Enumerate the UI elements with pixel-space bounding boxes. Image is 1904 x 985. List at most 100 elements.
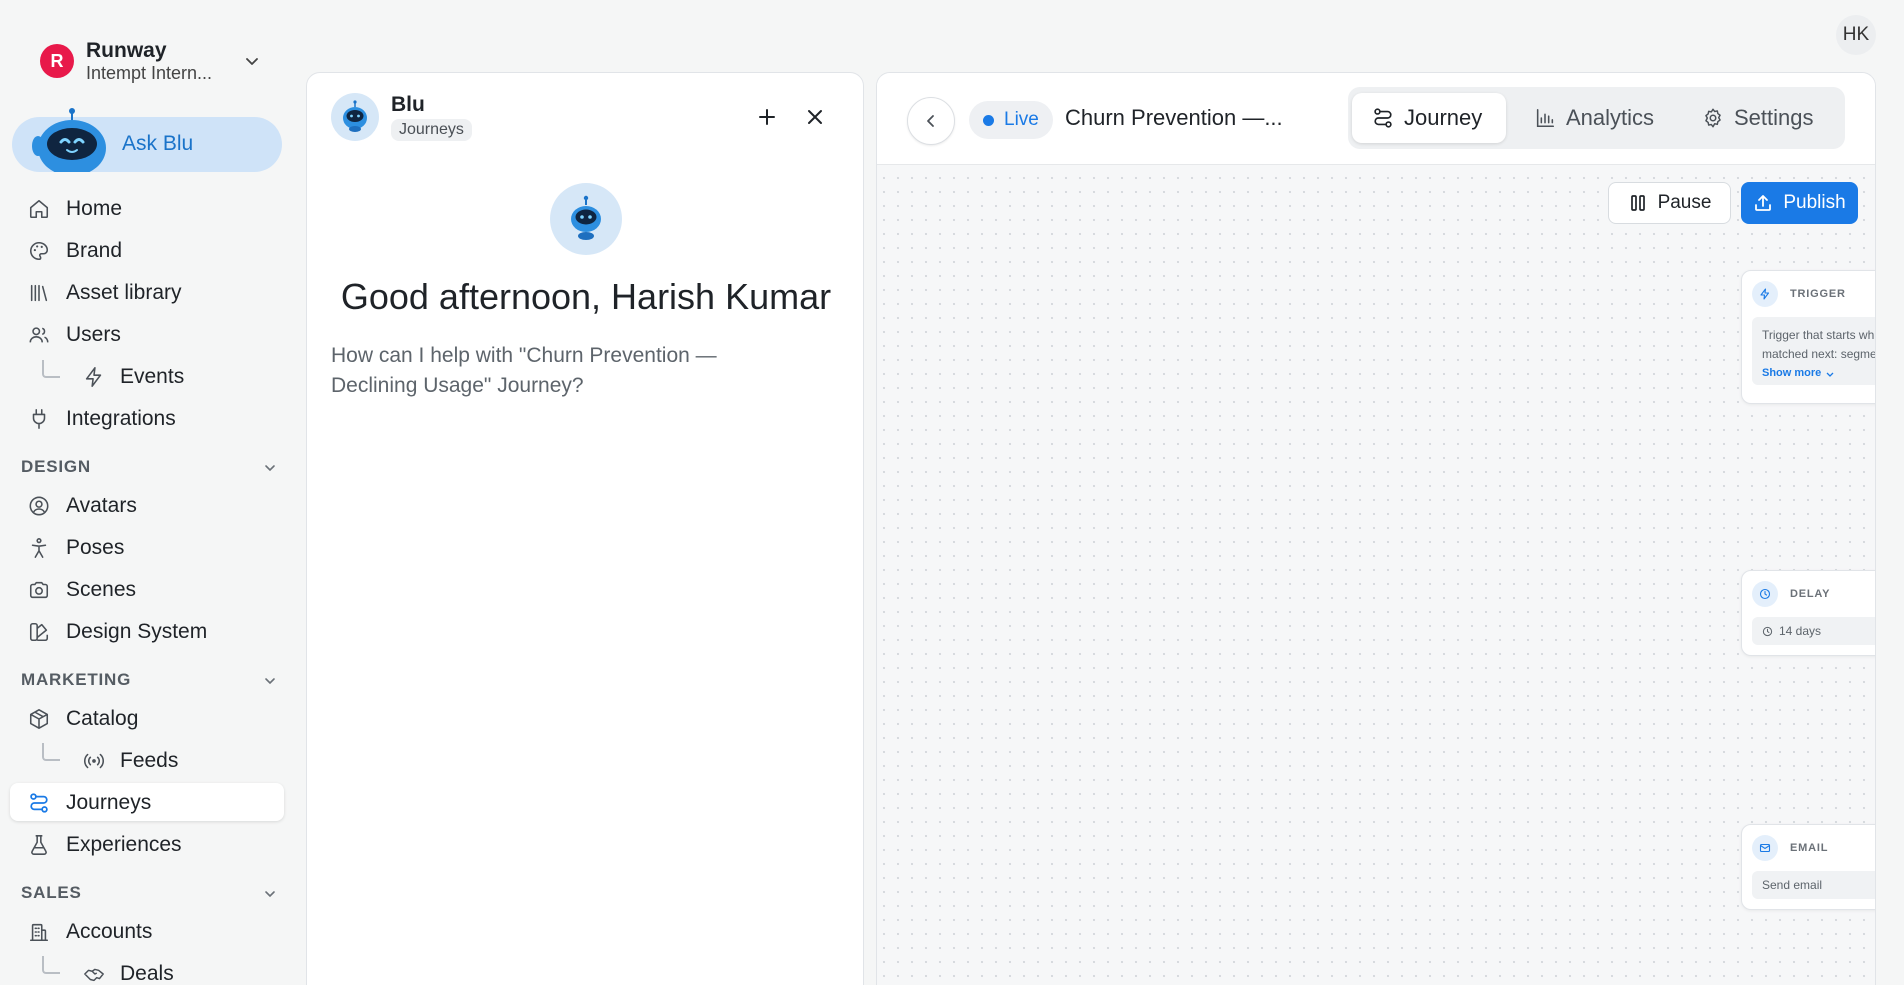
user-avatar[interactable]: HK xyxy=(1836,15,1876,55)
sidebar-item-label: Deals xyxy=(120,962,174,985)
org-subtitle: Intempt Intern... xyxy=(86,62,213,83)
status-dot xyxy=(983,114,994,126)
clock-icon xyxy=(1752,581,1778,607)
sidebar-item-integrations[interactable]: Integrations xyxy=(10,399,284,437)
sidebar-item-avatars[interactable]: Avatars xyxy=(10,486,284,524)
section-marketing-header[interactable]: MARKETING xyxy=(21,670,277,694)
sidebar-item-design-system[interactable]: Design System xyxy=(10,612,284,650)
trigger-text-line: Trigger that starts wh xyxy=(1762,328,1875,342)
delay-node[interactable]: DELAY 14 days xyxy=(1741,570,1875,656)
gear-icon xyxy=(1705,108,1721,128)
chat-context-badge: Journeys xyxy=(391,119,472,141)
broadcast-icon xyxy=(83,753,105,769)
org-name: Runway xyxy=(86,38,167,62)
chat-title: Blu xyxy=(391,93,425,116)
status-label: Live xyxy=(1004,109,1039,130)
tab-label: Journey xyxy=(1404,105,1483,130)
sidebar-item-poses[interactable]: Poses xyxy=(10,528,284,566)
blu-mascot-icon xyxy=(571,195,601,240)
ask-blu-label: Ask Blu xyxy=(122,132,194,155)
palette-icon xyxy=(30,241,49,261)
pause-button[interactable]: Pause xyxy=(1608,182,1731,224)
mail-icon xyxy=(1752,835,1778,861)
bar-chart-icon xyxy=(1536,108,1555,128)
person-pose-icon xyxy=(31,538,47,558)
sidebar-item-brand[interactable]: Brand xyxy=(10,231,284,269)
sidebar-item-journeys[interactable]: Journeys xyxy=(10,783,284,821)
sidebar-item-label: Integrations xyxy=(66,407,176,430)
node-type-label: TRIGGER xyxy=(1790,288,1846,300)
swatch-icon xyxy=(29,622,49,642)
chevron-down-icon xyxy=(246,58,258,65)
sidebar-item-label: Asset library xyxy=(66,281,182,304)
sidebar-item-asset-library[interactable]: Asset library xyxy=(10,273,284,311)
tab-label: Settings xyxy=(1734,105,1814,130)
blu-mascot-icon xyxy=(32,108,106,172)
trigger-node[interactable]: TRIGGER Trigger that starts wh matched n… xyxy=(1741,270,1876,404)
trigger-text-line: matched next: segme xyxy=(1762,347,1876,361)
sidebar-item-feeds[interactable]: Feeds xyxy=(10,741,284,779)
sidebar-item-home[interactable]: Home xyxy=(10,189,284,227)
clock-icon xyxy=(1762,626,1773,636)
upload-icon xyxy=(1755,195,1772,211)
email-action: Send email xyxy=(1752,871,1875,899)
journey-title: Churn Prevention —... xyxy=(1065,105,1283,130)
delay-duration: 14 days xyxy=(1779,624,1822,638)
journey-tabs: Journey Analytics Settings xyxy=(1348,87,1845,149)
back-button[interactable] xyxy=(907,97,955,145)
sidebar-item-label: Journeys xyxy=(66,791,152,814)
sidebar-item-scenes[interactable]: Scenes xyxy=(10,570,284,608)
email-action-label: Send email xyxy=(1762,878,1823,892)
sidebar-item-experiences[interactable]: Experiences xyxy=(10,825,284,863)
journey-header: Live Churn Prevention —... Journey Analy… xyxy=(877,73,1875,165)
section-label: DESIGN xyxy=(21,457,91,476)
show-more-link[interactable]: Show more xyxy=(1762,364,1821,383)
email-node[interactable]: EMAIL Send email xyxy=(1741,824,1875,910)
tab-journey[interactable]: Journey xyxy=(1352,93,1506,143)
chat-greeting: Good afternoon, Harish Kumar xyxy=(340,276,832,317)
chevron-down-icon xyxy=(265,678,275,685)
section-design-header[interactable]: DESIGN xyxy=(21,457,277,481)
node-type-label: DELAY xyxy=(1790,588,1831,600)
package-icon xyxy=(29,709,49,729)
sidebar-item-accounts[interactable]: Accounts xyxy=(10,912,284,950)
sidebar-item-events[interactable]: Events xyxy=(10,357,284,395)
sidebar-item-label: Users xyxy=(66,323,121,346)
library-icon xyxy=(30,284,48,302)
delay-value: 14 days xyxy=(1752,617,1875,645)
pause-label: Pause xyxy=(1657,192,1712,213)
tab-analytics[interactable]: Analytics xyxy=(1524,93,1674,143)
blu-hero-avatar xyxy=(550,183,622,255)
sidebar-item-catalog[interactable]: Catalog xyxy=(10,699,284,737)
org-avatar: R xyxy=(40,44,74,78)
sidebar-item-label: Poses xyxy=(66,536,125,559)
tab-label: Analytics xyxy=(1566,105,1655,130)
bolt-icon xyxy=(85,367,102,387)
publish-label: Publish xyxy=(1783,192,1846,213)
section-label: MARKETING xyxy=(21,670,132,689)
sidebar-item-deals[interactable]: Deals xyxy=(10,954,284,985)
blu-avatar xyxy=(331,93,379,141)
sidebar-item-label: Experiences xyxy=(66,833,182,856)
close-icon[interactable] xyxy=(803,105,827,129)
chevron-down-icon xyxy=(1826,372,1834,377)
status-badge: Live xyxy=(969,101,1053,139)
chevron-left-icon xyxy=(927,115,934,127)
section-sales-header[interactable]: SALES xyxy=(21,883,277,907)
publish-button[interactable]: Publish xyxy=(1741,182,1858,224)
plug-icon xyxy=(32,409,46,429)
sidebar-item-users[interactable]: Users xyxy=(10,315,284,353)
tab-settings[interactable]: Settings xyxy=(1692,93,1840,143)
blu-mascot-icon xyxy=(343,100,367,132)
route-icon xyxy=(30,793,48,813)
camera-icon xyxy=(29,581,49,599)
sidebar-item-label: Scenes xyxy=(66,578,137,601)
section-label: SALES xyxy=(21,883,82,902)
users-icon xyxy=(29,327,49,343)
sidebar: R Runway Intempt Intern... Ask Blu Home … xyxy=(0,0,294,985)
handshake-icon xyxy=(84,968,104,982)
org-switcher[interactable]: R Runway Intempt Intern... xyxy=(40,36,262,86)
plus-icon[interactable] xyxy=(755,105,779,129)
ask-blu-button[interactable]: Ask Blu xyxy=(12,108,282,172)
bolt-icon xyxy=(1752,281,1778,307)
